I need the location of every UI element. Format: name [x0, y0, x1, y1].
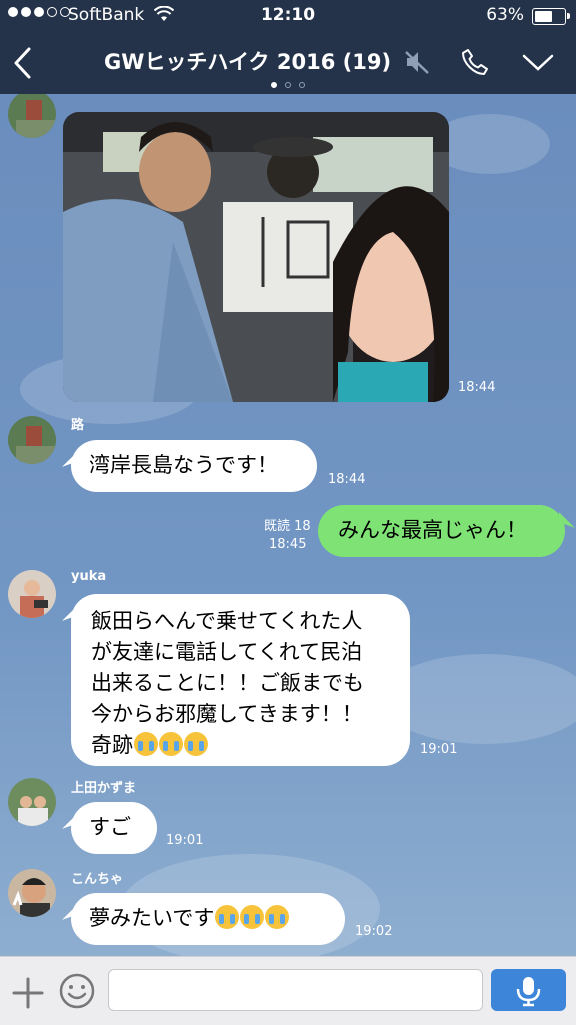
message-time: 18:45 — [269, 537, 307, 552]
sender-name: こんちゃ — [71, 872, 124, 887]
plus-button[interactable] — [10, 975, 46, 1015]
crying-face-icon — [240, 905, 265, 929]
message-line: 飯田らへんで乗せてくれた人 — [91, 609, 363, 633]
read-receipt: 既読 18 — [264, 519, 311, 534]
avatar[interactable] — [8, 570, 56, 618]
message-time: 18:44 — [458, 380, 496, 395]
chevron-down-button[interactable] — [522, 54, 554, 76]
message-line: が友達に電話してくれて民泊 — [91, 640, 363, 664]
shared-photo[interactable] — [63, 112, 449, 402]
sender-name: yuka — [71, 569, 107, 584]
chat-title: GWヒッチハイク 2016 (19) — [104, 50, 392, 74]
avatar[interactable] — [8, 416, 56, 464]
my-message-bubble[interactable]: みんな最高じゃん！ — [318, 505, 565, 557]
message-bubble[interactable]: 湾岸長島なうです！ — [71, 440, 317, 492]
crying-face-icon — [184, 732, 208, 756]
message-input[interactable] — [108, 969, 483, 1011]
crying-face-icon — [134, 732, 158, 756]
sender-name: 路 — [71, 418, 85, 433]
message-time: 19:01 — [420, 742, 458, 757]
microphone-button[interactable] — [491, 969, 566, 1011]
input-bar — [0, 956, 576, 1025]
back-button[interactable] — [12, 46, 32, 84]
message-bubble[interactable]: すご — [71, 802, 157, 854]
phone-call-button[interactable] — [460, 47, 490, 81]
status-bar: SoftBank 12:10 63% — [0, 0, 576, 32]
message-bubble[interactable]: 夢みたいです — [71, 893, 345, 945]
muted-speaker-icon — [404, 49, 430, 79]
message-text: すご — [89, 815, 131, 839]
page-indicator — [0, 82, 576, 88]
sender-name: 上田かずま — [71, 781, 137, 796]
chat-header: GWヒッチハイク 2016 (19) — [0, 32, 576, 94]
message-text: 夢みたいです — [89, 906, 215, 930]
message-line: 奇跡 — [91, 733, 133, 757]
avatar[interactable] — [8, 869, 56, 917]
crying-face-icon — [265, 905, 290, 929]
message-bubble[interactable]: 飯田らへんで乗せてくれた人 が友達に電話してくれて民泊 出来ることに！！ご飯まで… — [71, 594, 410, 766]
emoji-button[interactable] — [58, 972, 96, 1014]
avatar[interactable] — [8, 94, 56, 138]
message-text: 湾岸長島なうです！ — [89, 453, 278, 477]
avatar[interactable] — [8, 778, 56, 826]
crying-face-icon — [159, 732, 183, 756]
crying-face-icon — [215, 905, 240, 929]
message-text: みんな最高じゃん！ — [338, 518, 527, 542]
message-time: 19:02 — [355, 924, 393, 939]
message-time: 18:44 — [328, 472, 366, 487]
battery-percent: 63% — [486, 5, 524, 25]
message-line: 出来ることに！！ご飯までも — [91, 671, 364, 695]
battery-icon — [532, 8, 570, 25]
message-line: 今からお邪魔してきます！！ — [91, 702, 363, 726]
message-time: 19:01 — [166, 833, 204, 848]
chat-area[interactable]: 18:44 路 湾岸長島なうです！ 18:44 既読 18 18:45 みんな最… — [0, 94, 576, 956]
